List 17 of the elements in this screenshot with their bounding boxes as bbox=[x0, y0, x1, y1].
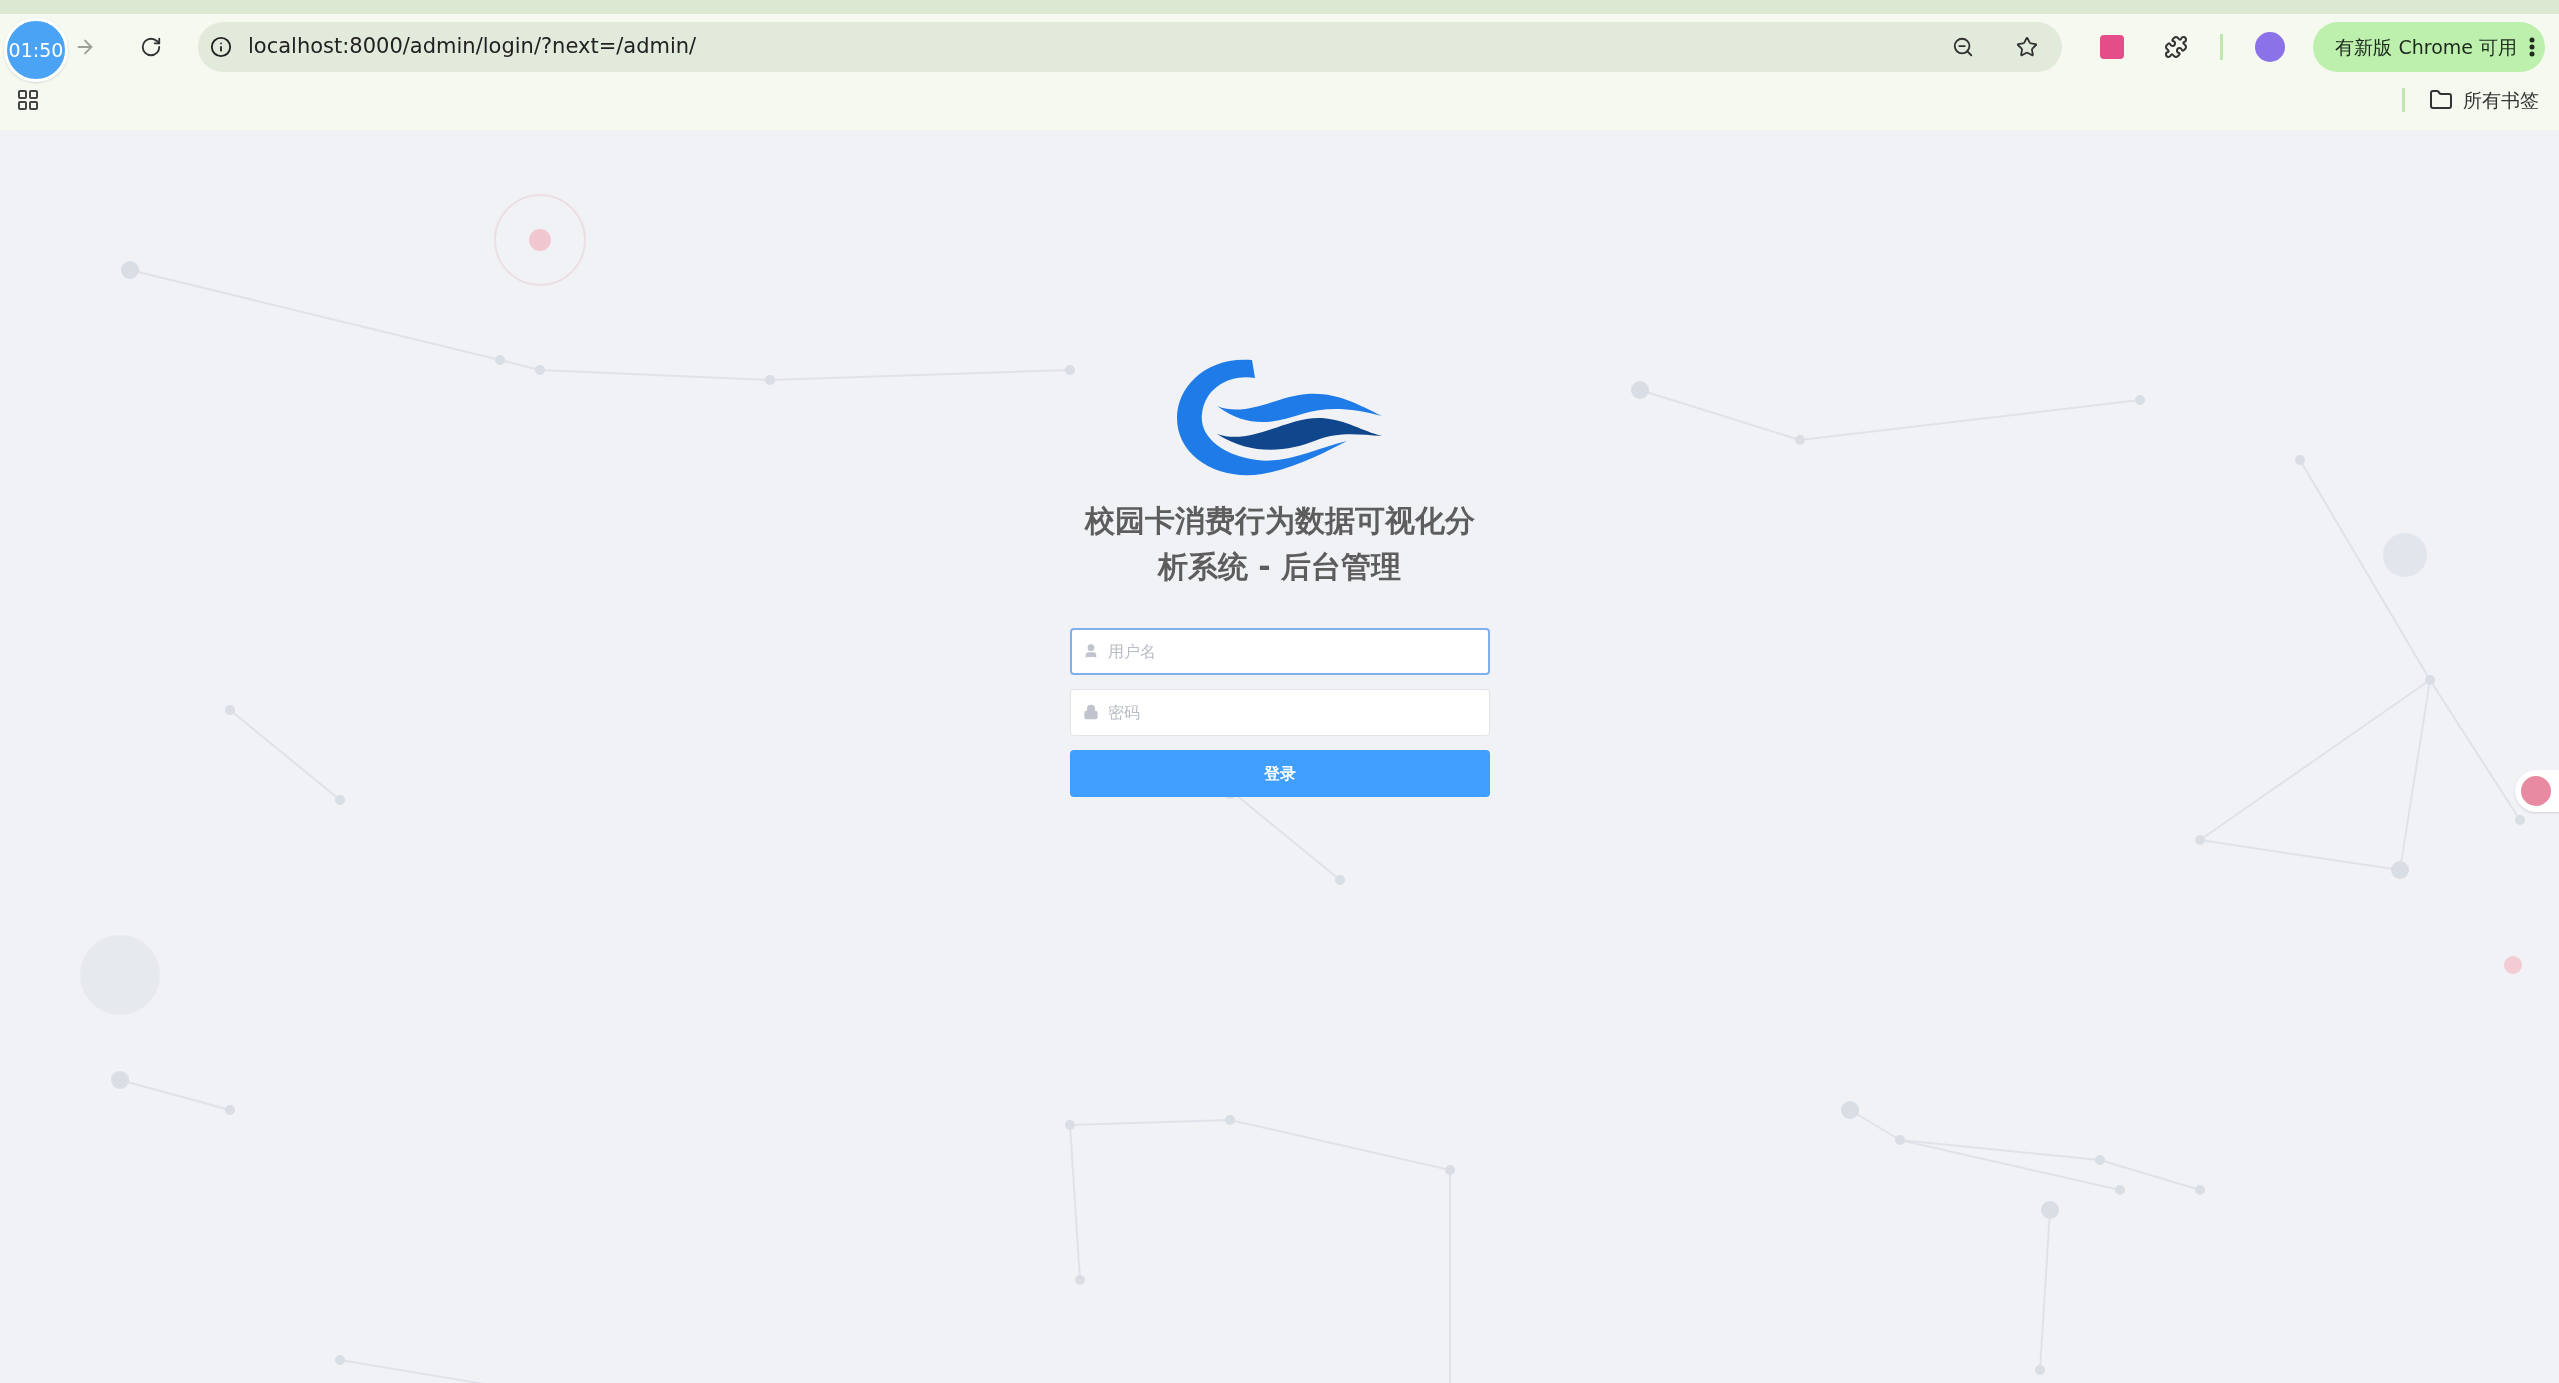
all-bookmarks-button[interactable]: 所有书签 bbox=[2429, 85, 2539, 115]
password-field[interactable]: 密码 bbox=[1069, 689, 1490, 736]
update-chrome-button[interactable]: 有新版 Chrome 可用 bbox=[2313, 22, 2545, 72]
address-bar[interactable]: localhost:8000/admin/login/?next=/admin/ bbox=[198, 22, 2063, 72]
extensions-icon[interactable] bbox=[2164, 35, 2189, 59]
folder-icon bbox=[2429, 88, 2453, 112]
page-title: 校园卡消费行为数据可视化分析系统 - 后台管理 bbox=[1083, 502, 1476, 586]
more-icon bbox=[2529, 37, 2535, 57]
username-field[interactable]: 用户名 bbox=[1069, 628, 1490, 675]
zoom-icon[interactable] bbox=[1952, 36, 1975, 58]
profile-avatar[interactable] bbox=[2255, 32, 2286, 62]
url-text: localhost:8000/admin/login/?next=/admin/ bbox=[248, 33, 698, 61]
lock-icon bbox=[1082, 704, 1099, 720]
apps-icon[interactable] bbox=[16, 88, 40, 112]
site-info-icon[interactable] bbox=[210, 36, 232, 58]
reload-icon[interactable] bbox=[140, 36, 162, 58]
bookmark-star-icon[interactable] bbox=[2016, 36, 2039, 58]
